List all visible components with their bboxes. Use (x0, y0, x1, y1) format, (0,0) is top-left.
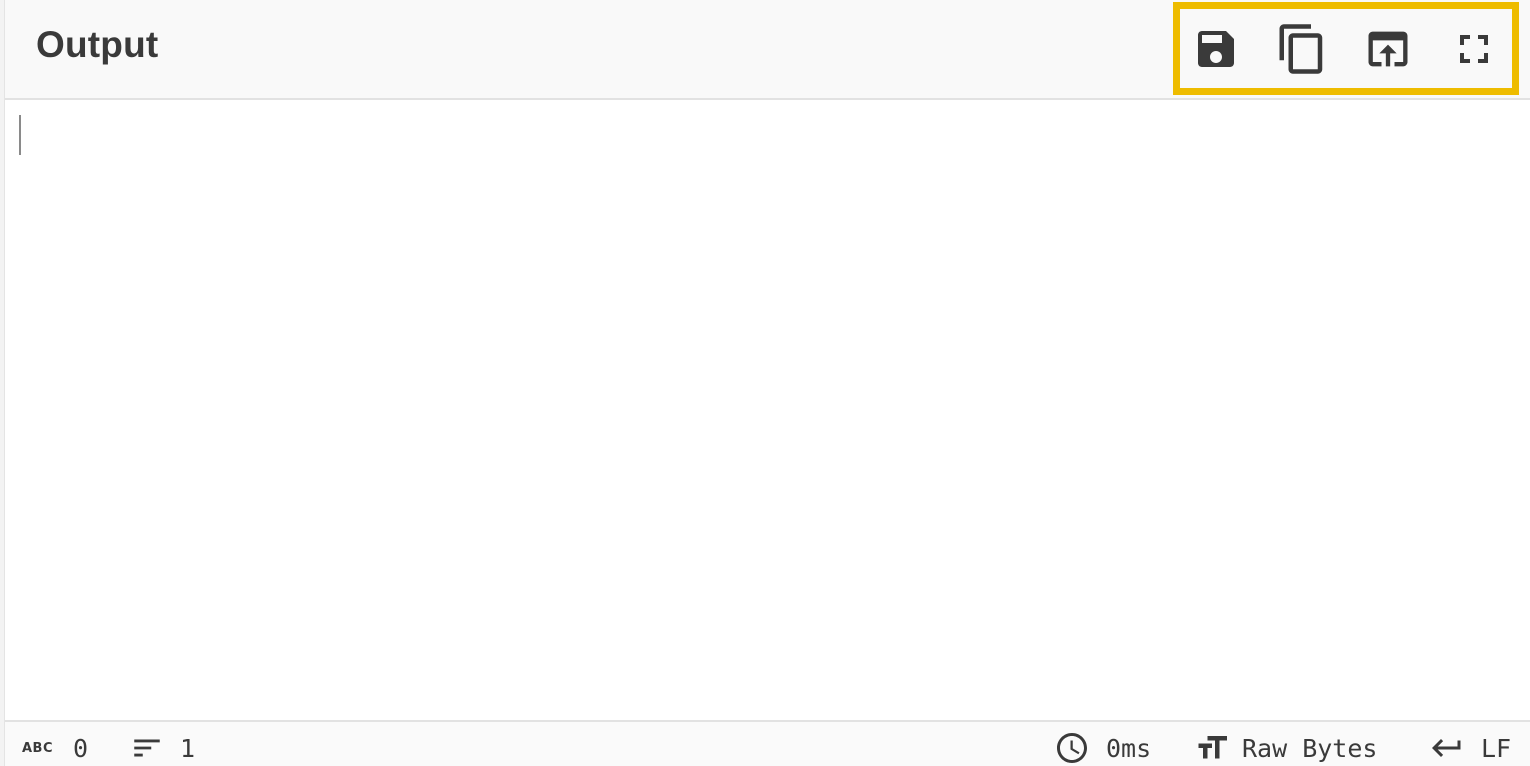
panel-title: Output (36, 24, 159, 65)
save-button[interactable] (1188, 21, 1244, 77)
output-panel: Output ABC 0 1 0ms Raw Bytes LF (0, 0, 1530, 766)
copy-icon (1279, 24, 1323, 74)
open-in-input-icon (1368, 31, 1408, 67)
clock-icon (1057, 733, 1087, 763)
output-text-area[interactable] (5, 100, 1530, 720)
output-header: Output (5, 0, 1530, 100)
fullscreen-icon (1460, 35, 1488, 63)
text-size-icon (1198, 736, 1227, 759)
output-length-info: ABC 0 (22, 730, 88, 766)
output-lines-value: 1 (180, 733, 196, 763)
replace-input-button[interactable] (1360, 21, 1416, 77)
bake-time-info: 0ms (1054, 730, 1151, 766)
eol-value: LF (1481, 733, 1512, 763)
text-cursor (19, 115, 21, 155)
bake-time-value: 0ms (1106, 733, 1152, 763)
output-toolbar (1173, 2, 1519, 95)
save-icon (1198, 31, 1234, 67)
eol-selector[interactable]: LF (1429, 730, 1511, 766)
status-bar: ABC 0 1 0ms Raw Bytes LF (5, 720, 1530, 766)
copy-button[interactable] (1274, 21, 1330, 77)
output-lines-info: 1 (130, 730, 195, 766)
lines-icon (134, 739, 160, 757)
return-icon (1432, 739, 1461, 757)
output-encoding-value: Raw Bytes (1242, 733, 1378, 763)
output-encoding-selector[interactable]: Raw Bytes (1194, 730, 1377, 766)
output-length-value: 0 (73, 733, 89, 763)
maximise-button[interactable] (1446, 21, 1502, 77)
abc-icon: ABC (22, 740, 54, 756)
